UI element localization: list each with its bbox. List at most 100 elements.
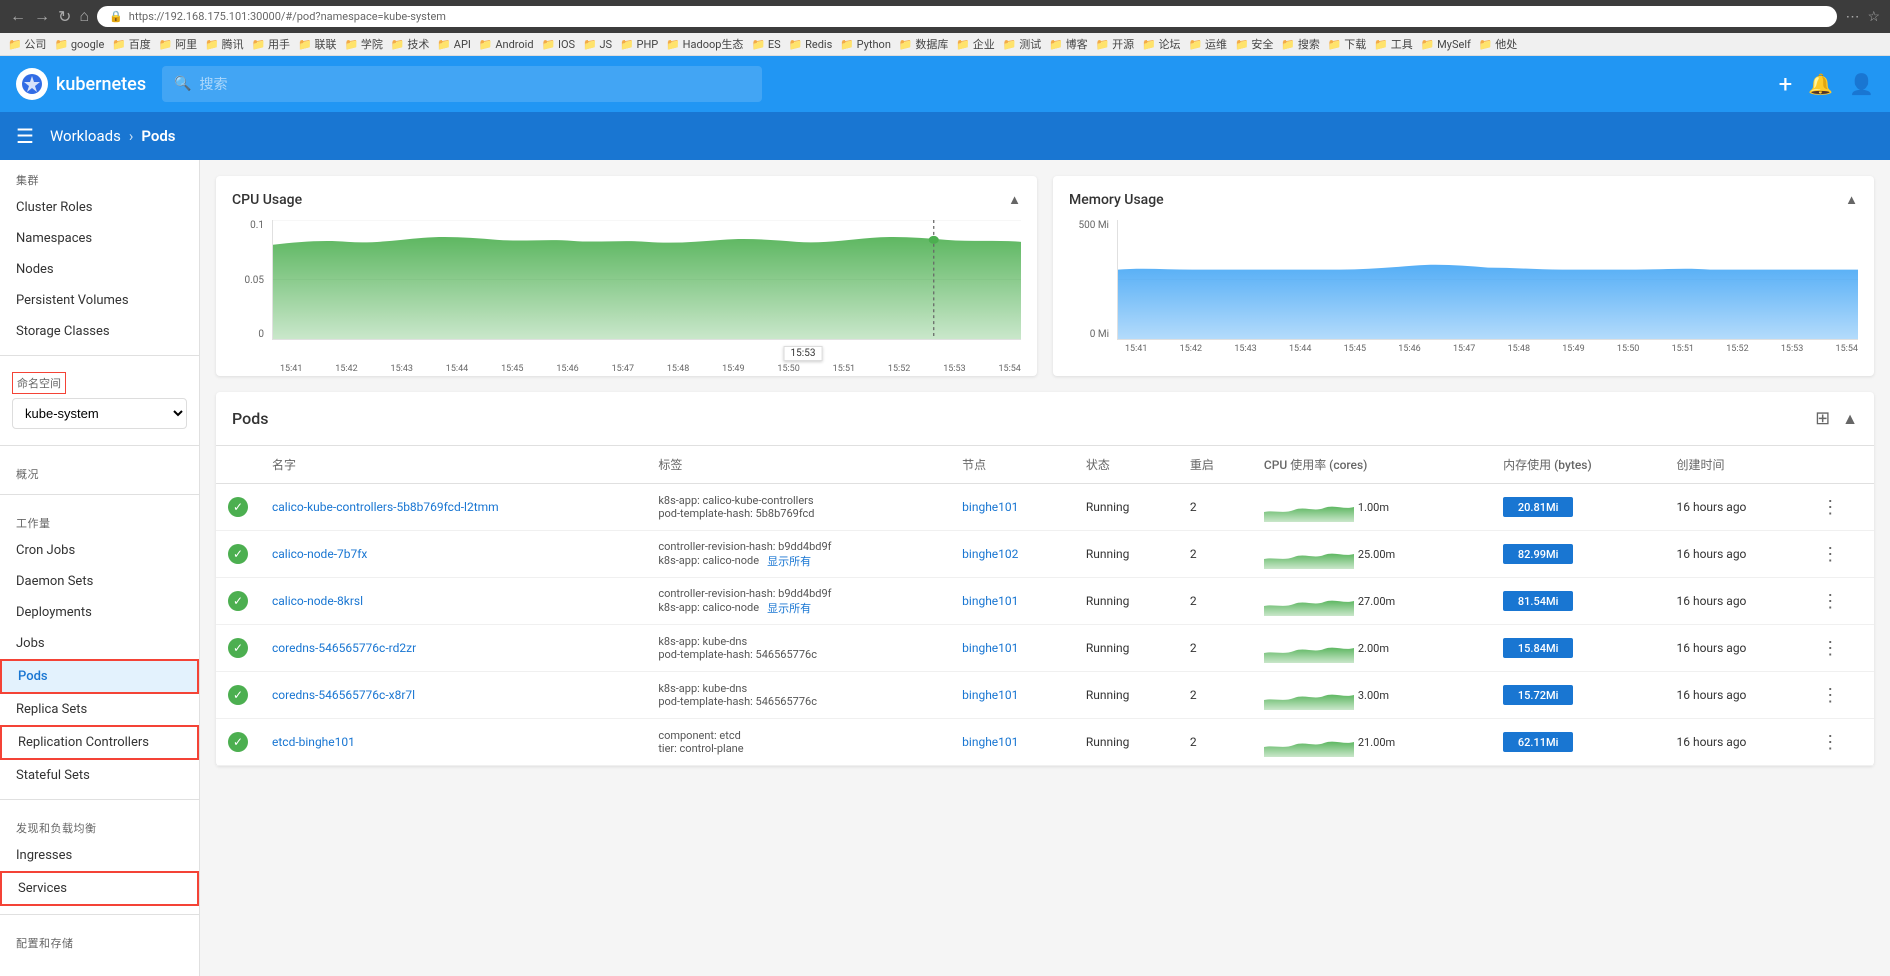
bookmark-tools[interactable]: 📁 工具 bbox=[1374, 36, 1412, 52]
bookmark-security[interactable]: 📁 安全 bbox=[1235, 36, 1273, 52]
tag-2: pod-template-hash: 5b8b769fcd bbox=[658, 507, 814, 520]
bookmark-other[interactable]: 📁 他处 bbox=[1479, 36, 1517, 52]
bookmark-company[interactable]: 📁 公司 bbox=[8, 36, 46, 52]
workloads-breadcrumb[interactable]: Workloads bbox=[50, 127, 121, 145]
sidebar-item-deployments[interactable]: Deployments bbox=[0, 597, 199, 628]
bookmark-enterprise[interactable]: 📁 企业 bbox=[956, 36, 994, 52]
pod-name-link[interactable]: coredns-546565776c-x8r7l bbox=[272, 688, 415, 702]
row-menu-button[interactable]: ⋮ bbox=[1821, 685, 1839, 706]
row-menu-button[interactable]: ⋮ bbox=[1821, 591, 1839, 612]
bookmark-es[interactable]: 📁 ES bbox=[751, 36, 780, 52]
menu-icon[interactable]: ☰ bbox=[16, 124, 34, 148]
bookmark-xueyuan[interactable]: 📁 学院 bbox=[344, 36, 382, 52]
sidebar-item-storage-classes[interactable]: Storage Classes bbox=[0, 316, 199, 347]
bookmark-google[interactable]: 📁 google bbox=[54, 36, 104, 52]
bookmark-hadoop[interactable]: 📁 Hadoop生态 bbox=[666, 36, 743, 52]
url-bar[interactable]: 🔒 https://192.168.175.101:30000/#/pod?na… bbox=[97, 6, 1837, 27]
search-bar[interactable]: 🔍 搜索 bbox=[162, 66, 762, 102]
node-link[interactable]: binghe101 bbox=[962, 500, 1018, 514]
node-link[interactable]: binghe101 bbox=[962, 594, 1018, 608]
memory-chart-collapse[interactable]: ▲ bbox=[1845, 192, 1858, 208]
bookmark-forum[interactable]: 📁 论坛 bbox=[1142, 36, 1180, 52]
created-cell: 16 hours ago bbox=[1665, 484, 1810, 531]
sidebar-item-cron-jobs[interactable]: Cron Jobs bbox=[0, 535, 199, 566]
bookmark-ops[interactable]: 📁 运维 bbox=[1189, 36, 1227, 52]
bookmark-api[interactable]: 📁 API bbox=[437, 36, 471, 52]
filter-icon[interactable]: ⊞ bbox=[1815, 408, 1830, 429]
row-menu-button[interactable]: ⋮ bbox=[1821, 638, 1839, 659]
sidebar-item-ingresses[interactable]: Ingresses bbox=[0, 840, 199, 871]
namespace-dropdown[interactable]: kube-system default all bbox=[12, 398, 187, 429]
refresh-button[interactable]: ↻ bbox=[58, 7, 71, 27]
pods-table-head: 名字 标签 节点 状态 重启 CPU 使用率 (cores) 内存使用 (byt… bbox=[216, 446, 1874, 484]
bookmark-yongshou[interactable]: 📁 用手 bbox=[252, 36, 290, 52]
sidebar-item-stateful-sets[interactable]: Stateful Sets bbox=[0, 760, 199, 791]
show-all-link[interactable]: 显示所有 bbox=[767, 600, 811, 616]
row-menu-button[interactable]: ⋮ bbox=[1821, 497, 1839, 518]
bookmark-search[interactable]: 📁 搜索 bbox=[1281, 36, 1319, 52]
home-button[interactable]: ⌂ bbox=[79, 8, 89, 26]
bookmark-blog[interactable]: 📁 博客 bbox=[1049, 36, 1087, 52]
bookmark-ali[interactable]: 📁 阿里 bbox=[159, 36, 197, 52]
bookmark-open-source[interactable]: 📁 开源 bbox=[1096, 36, 1134, 52]
sidebar-item-pods[interactable]: Pods bbox=[0, 659, 199, 694]
node-link[interactable]: binghe102 bbox=[962, 547, 1018, 561]
row-menu-button[interactable]: ⋮ bbox=[1821, 544, 1839, 565]
sidebar-item-cluster-roles[interactable]: Cluster Roles bbox=[0, 192, 199, 223]
sidebar-item-replica-sets[interactable]: Replica Sets bbox=[0, 694, 199, 725]
sidebar-item-replication-controllers[interactable]: Replication Controllers bbox=[0, 725, 199, 760]
state-cell: Running bbox=[1074, 578, 1178, 625]
bookmark-download[interactable]: 📁 下载 bbox=[1328, 36, 1366, 52]
node-link[interactable]: binghe101 bbox=[962, 641, 1018, 655]
bookmark-ios[interactable]: 📁 IOS bbox=[542, 36, 576, 52]
pod-name-link[interactable]: etcd-binghe101 bbox=[272, 735, 355, 749]
collapse-icon[interactable]: ▲ bbox=[1842, 409, 1858, 429]
add-icon[interactable]: + bbox=[1779, 70, 1793, 98]
memory-bar: 62.11Mi bbox=[1503, 732, 1573, 752]
sidebar-item-namespaces[interactable]: Namespaces bbox=[0, 223, 199, 254]
pod-name-link[interactable]: calico-node-7b7fx bbox=[272, 547, 367, 561]
table-row: ✓ calico-kube-controllers-5b8b769fcd-l2t… bbox=[216, 484, 1874, 531]
pod-name-link[interactable]: calico-kube-controllers-5b8b769fcd-l2tmm bbox=[272, 500, 499, 514]
bookmark-android[interactable]: 📁 Android bbox=[479, 36, 534, 52]
star-icon[interactable]: ☆ bbox=[1867, 9, 1880, 25]
node-link[interactable]: binghe101 bbox=[962, 735, 1018, 749]
overview-section-title: 概况 bbox=[0, 454, 199, 486]
state-cell: Running bbox=[1074, 625, 1178, 672]
bookmark-python[interactable]: 📁 Python bbox=[840, 36, 891, 52]
memory-chart-area: 500 Mi 0 Mi bbox=[1069, 220, 1858, 360]
node-cell: binghe101 bbox=[950, 719, 1074, 766]
sidebar-item-jobs[interactable]: Jobs bbox=[0, 628, 199, 659]
sidebar-item-persistent-volumes[interactable]: Persistent Volumes bbox=[0, 285, 199, 316]
cpu-cell: 1.00m bbox=[1252, 484, 1491, 531]
bookmark-js[interactable]: 📁 JS bbox=[583, 36, 612, 52]
cpu-cell: 27.00m bbox=[1252, 578, 1491, 625]
bookmark-tencent[interactable]: 📁 腾讯 bbox=[205, 36, 243, 52]
forward-button[interactable]: → bbox=[34, 8, 50, 26]
bookmark-baidu[interactable]: 📁 百度 bbox=[112, 36, 150, 52]
state-cell: Running bbox=[1074, 672, 1178, 719]
sidebar-item-daemon-sets[interactable]: Daemon Sets bbox=[0, 566, 199, 597]
mem-y-label-high: 500 Mi bbox=[1069, 220, 1109, 231]
node-link[interactable]: binghe101 bbox=[962, 688, 1018, 702]
bookmark-php[interactable]: 📁 PHP bbox=[620, 36, 658, 52]
extensions-icon[interactable]: ⋯ bbox=[1845, 9, 1859, 25]
status-icon: ✓ bbox=[228, 638, 248, 658]
row-menu-button[interactable]: ⋮ bbox=[1821, 732, 1839, 753]
notification-icon[interactable]: 🔔 bbox=[1808, 72, 1833, 96]
bookmark-database[interactable]: 📁 数据库 bbox=[899, 36, 948, 52]
user-avatar[interactable]: 👤 bbox=[1849, 72, 1874, 96]
pod-name-link[interactable]: coredns-546565776c-rd2zr bbox=[272, 641, 416, 655]
bookmark-lianke[interactable]: 📁 联联 bbox=[298, 36, 336, 52]
cpu-chart-collapse[interactable]: ▲ bbox=[1008, 192, 1021, 208]
sidebar-item-services[interactable]: Services bbox=[0, 871, 199, 906]
bookmark-test[interactable]: 📁 测试 bbox=[1003, 36, 1041, 52]
pod-name-link[interactable]: calico-node-8krsl bbox=[272, 594, 363, 608]
sidebar-item-nodes[interactable]: Nodes bbox=[0, 254, 199, 285]
bookmark-tech[interactable]: 📁 技术 bbox=[391, 36, 429, 52]
actions-cell: ⋮ bbox=[1809, 625, 1874, 672]
show-all-link[interactable]: 显示所有 bbox=[767, 553, 811, 569]
bookmark-myself[interactable]: 📁 MySelf bbox=[1421, 36, 1471, 52]
back-button[interactable]: ← bbox=[10, 8, 26, 26]
bookmark-redis[interactable]: 📁 Redis bbox=[789, 36, 833, 52]
